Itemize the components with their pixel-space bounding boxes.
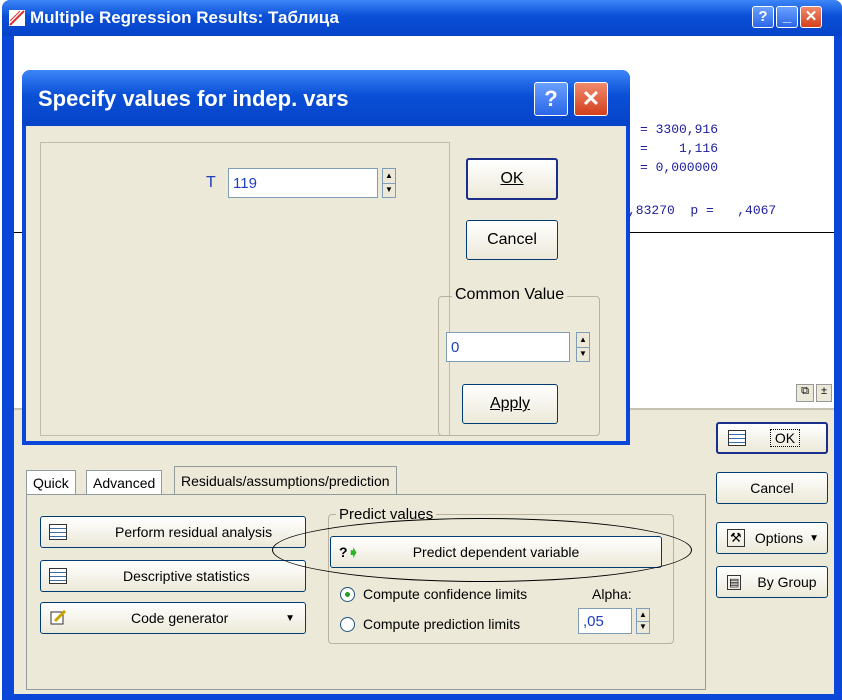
dialog-title: Specify values for indep. vars — [38, 86, 349, 111]
pencil-icon — [49, 608, 67, 629]
table-icon — [728, 430, 746, 446]
table-icon — [49, 524, 67, 540]
help-icon: ? — [544, 86, 558, 111]
options-icon: ⚒ — [727, 529, 745, 547]
var-value: 119 — [233, 174, 257, 192]
confidence-radio[interactable] — [340, 586, 355, 602]
spin-down-icon[interactable]: ▼ — [577, 348, 589, 362]
minimize-button[interactable]: _ — [776, 6, 798, 28]
tab-advanced-label: Advanced — [93, 474, 156, 491]
prediction-label: Compute prediction limits — [363, 616, 521, 632]
tab-residuals-label: Residuals/assumptions/prediction — [181, 472, 390, 489]
apply-label: Apply — [489, 395, 531, 412]
var-spinner[interactable]: ▲ ▼ — [382, 168, 396, 198]
common-value-value: 0 — [451, 338, 460, 356]
var-input[interactable]: 119 — [228, 168, 378, 198]
perform-residual-label: Perform residual analysis — [115, 524, 273, 540]
dialog-help-button[interactable]: ? — [534, 82, 568, 116]
code-generator-button[interactable]: Code generator ▼ — [40, 602, 306, 634]
common-value-label: Common Value — [452, 286, 568, 304]
code-generator-label: Code generator — [131, 610, 229, 626]
options-button[interactable]: ⚒ Options ▼ — [716, 522, 828, 554]
close-button[interactable]: ✕ — [800, 6, 822, 28]
table-icon — [49, 568, 67, 584]
help-button[interactable]: ? — [752, 6, 774, 28]
prediction-limits-option[interactable]: Compute prediction limits — [340, 616, 520, 632]
alpha-label: Alpha: — [592, 586, 632, 602]
dialog-ok-label: OK — [500, 170, 524, 187]
confidence-limits-option[interactable]: Compute confidence limits — [340, 586, 527, 602]
spin-down-icon[interactable]: ▼ — [383, 184, 395, 198]
close-icon: ✕ — [581, 86, 601, 111]
app-icon — [8, 9, 26, 27]
result-line-2: = 1,116 — [640, 141, 719, 156]
bygroup-label: By Group — [757, 574, 817, 590]
options-label: Options — [754, 530, 804, 546]
var-label: T — [206, 174, 216, 191]
descriptive-stats-label: Descriptive statistics — [123, 568, 250, 584]
spin-down-icon[interactable]: ▼ — [637, 622, 649, 634]
toggle-icon[interactable]: ± — [816, 384, 832, 402]
dialog-cancel-button[interactable]: Cancel — [466, 220, 558, 260]
alpha-spinner[interactable]: ▲ ▼ — [636, 608, 650, 634]
copy-icon[interactable]: ⧉ — [796, 384, 814, 402]
tab-quick-label: Quick — [33, 474, 69, 491]
confidence-label: Compute confidence limits — [363, 586, 528, 602]
minimize-icon: _ — [782, 8, 792, 25]
dropdown-arrow-icon: ▼ — [285, 612, 295, 624]
window-title: Multiple Regression Results: Таблица — [30, 8, 339, 27]
highlight-ellipse — [272, 518, 692, 582]
prediction-radio[interactable] — [340, 616, 355, 632]
alpha-value: ,05 — [583, 612, 604, 630]
apply-button[interactable]: Apply — [462, 384, 558, 424]
result-line-1: = 3300,916 — [640, 122, 719, 137]
common-value-input[interactable]: 0 — [446, 332, 570, 362]
side-ok-button[interactable]: OK — [716, 422, 828, 454]
spin-up-icon[interactable]: ▲ — [577, 333, 589, 348]
bygroup-button[interactable]: ▤ By Group — [716, 566, 828, 598]
tab-quick[interactable]: Quick — [26, 470, 76, 494]
common-value-spinner[interactable]: ▲ ▼ — [576, 332, 590, 362]
help-icon: ? — [758, 8, 768, 25]
dialog-body: T 119 ▲ ▼ OK Cancel Common Value 0 ▲ ▼ App… — [26, 126, 626, 441]
side-cancel-label: Cancel — [750, 480, 794, 496]
dialog-ok-button[interactable]: OK — [466, 158, 558, 200]
perform-residual-button[interactable]: Perform residual analysis — [40, 516, 306, 548]
dropdown-arrow-icon: ▼ — [809, 532, 820, 544]
descriptive-stats-button[interactable]: Descriptive statistics — [40, 560, 306, 592]
bygroup-icon: ▤ — [727, 574, 742, 590]
alpha-input[interactable]: ,05 — [578, 608, 632, 634]
close-icon: ✕ — [804, 8, 818, 25]
side-cancel-button[interactable]: Cancel — [716, 472, 828, 504]
spin-up-icon[interactable]: ▲ — [383, 169, 395, 184]
side-ok-label: OK — [769, 429, 801, 447]
tab-advanced[interactable]: Advanced — [86, 470, 163, 494]
dialog-cancel-label: Cancel — [487, 231, 537, 248]
main-window-titlebar: Multiple Regression Results: Таблица ? _… — [2, 0, 842, 36]
dialog-titlebar: Specify values for indep. vars ? ✕ — [22, 70, 630, 126]
result-line-4: ,83270 p = ,4067 — [628, 203, 777, 218]
tab-residuals[interactable]: Residuals/assumptions/prediction — [174, 466, 397, 494]
spin-up-icon[interactable]: ▲ — [637, 609, 649, 622]
result-line-3: = 0,000000 — [640, 160, 719, 175]
dialog-close-button[interactable]: ✕ — [574, 82, 608, 116]
